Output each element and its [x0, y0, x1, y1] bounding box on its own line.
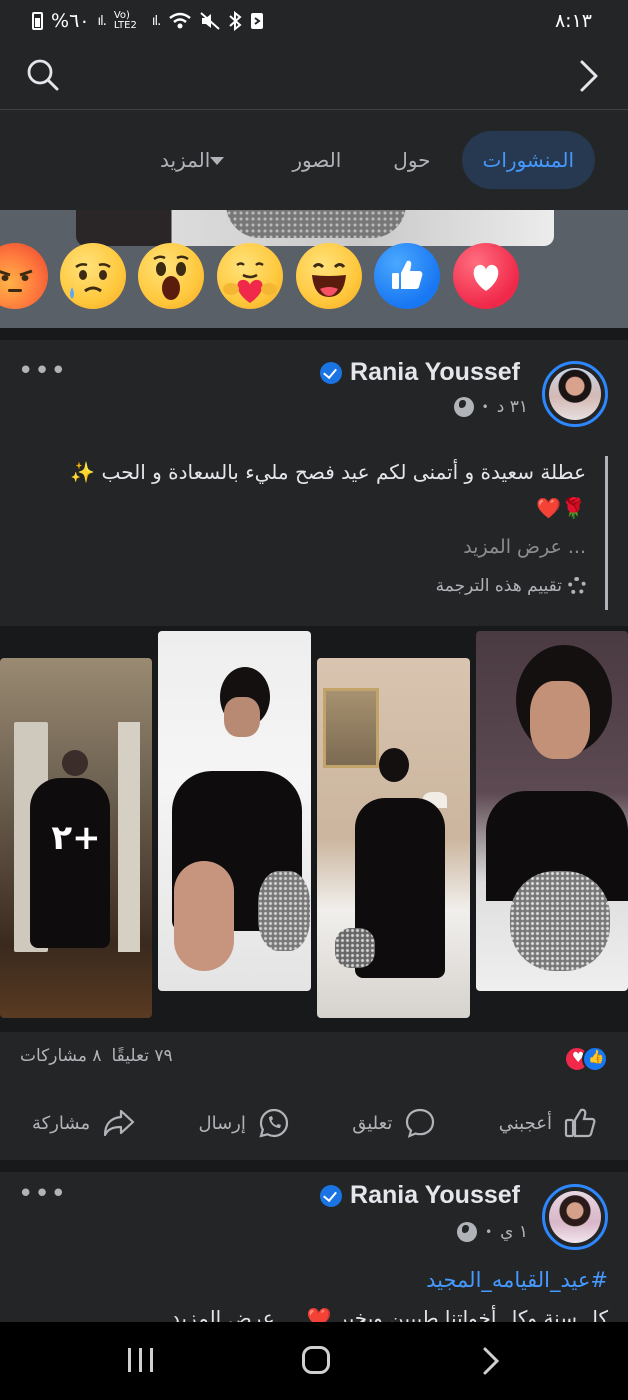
- post-photo-3[interactable]: [158, 631, 311, 991]
- thumbs-up-icon: [564, 1108, 596, 1138]
- like-label: أعجبني: [498, 1112, 552, 1134]
- post-text-line1: عطلة سعيدة و أتمنى لكم عيد فصح مليء بالس…: [70, 460, 586, 484]
- sad-icon[interactable]: [60, 243, 126, 309]
- love-icon[interactable]: [453, 243, 519, 309]
- comment-label: تعليق: [352, 1112, 393, 1134]
- send-button[interactable]: إرسال: [199, 1107, 290, 1139]
- recent-apps-icon[interactable]: [128, 1348, 153, 1372]
- globe-icon: [453, 397, 474, 417]
- battery-icon: [32, 12, 43, 30]
- share-button[interactable]: مشاركة: [32, 1108, 136, 1138]
- signal-icon: ıl.: [97, 13, 106, 29]
- like-icon: [582, 1046, 608, 1072]
- wow-icon[interactable]: [138, 243, 204, 309]
- bluetooth-icon: [229, 11, 242, 31]
- feed-separator: [0, 328, 628, 340]
- globe-icon: [457, 1222, 478, 1242]
- tab-photos[interactable]: الصور: [271, 131, 362, 189]
- comment-icon: [406, 1108, 435, 1138]
- previous-post-photo-detail: [226, 210, 406, 238]
- status-time: ٨:١٣: [554, 10, 592, 32]
- post-photo-2[interactable]: [317, 658, 470, 1018]
- author-name[interactable]: Rania Youssef: [350, 358, 520, 387]
- post-photo-gallery: ٢+: [0, 626, 628, 1032]
- shares-count[interactable]: ٨ مشاركات: [20, 1046, 101, 1066]
- angry-icon[interactable]: [0, 243, 48, 309]
- tab-photos-label: الصور: [292, 148, 342, 172]
- reaction-picker: [0, 210, 628, 328]
- caret-down-icon: [210, 157, 225, 165]
- whatsapp-icon: [259, 1108, 288, 1138]
- like-button[interactable]: أعجبني: [499, 1108, 596, 1138]
- author-name[interactable]: Rania Youssef: [350, 1181, 520, 1210]
- post-meta: ٣١ د •: [453, 397, 528, 417]
- tab-posts-label: المنشورات: [482, 148, 574, 172]
- search-icon[interactable]: [26, 58, 60, 92]
- network-label: Vo) LTE2: [113, 10, 137, 31]
- send-label: إرسال: [198, 1112, 246, 1134]
- verified-badge-icon: [320, 1184, 343, 1207]
- gear-icon: [568, 577, 586, 595]
- avatar-image: [549, 1191, 601, 1243]
- meta-dot: •: [481, 400, 489, 414]
- post-photo-4[interactable]: ٢+: [0, 658, 152, 1018]
- status-indicators: %٦٠ ıl. Vo) LTE2 ıl.: [32, 10, 264, 32]
- care-icon[interactable]: [217, 243, 283, 309]
- verified-badge-icon: [320, 361, 343, 384]
- more-options-icon[interactable]: •••: [18, 356, 67, 386]
- wifi-icon: [169, 12, 191, 29]
- post-author: Rania Youssef: [320, 1181, 520, 1210]
- tab-about-label: حول: [393, 148, 431, 172]
- avatar[interactable]: [542, 361, 608, 427]
- rate-translation-label: تقييم هذه الترجمة: [435, 576, 562, 596]
- post-author: Rania Youssef: [320, 358, 520, 387]
- avatar-image: [549, 368, 601, 420]
- feed-separator: [0, 1160, 628, 1172]
- post-meta: ١ ي •: [457, 1222, 528, 1242]
- more-photos-count: ٢+: [51, 818, 101, 858]
- profile-tabs: المنشورات حول الصور المزيد: [0, 110, 628, 210]
- mute-icon: [200, 12, 220, 30]
- chevron-right-icon[interactable]: [576, 58, 600, 94]
- post-time[interactable]: ١ ي: [500, 1222, 528, 1242]
- post-body: عطلة سعيدة و أتمنى لكم عيد فصح مليء بالس…: [36, 454, 586, 526]
- tab-about[interactable]: حول: [372, 131, 451, 189]
- post-time[interactable]: ٣١ د: [497, 397, 528, 417]
- see-more-link[interactable]: ... عرض المزيد: [463, 536, 586, 558]
- reactions-summary[interactable]: ٧٩ تعليقًا ٨ مشاركات: [0, 1034, 628, 1084]
- back-icon[interactable]: [482, 1346, 500, 1376]
- post-text-line2: 🌹❤️: [536, 496, 586, 520]
- status-bar: %٦٠ ıl. Vo) LTE2 ıl. ٨:١٣: [0, 0, 628, 44]
- signal-icon-2: ıl.: [151, 13, 161, 29]
- tab-more[interactable]: المزيد: [139, 131, 261, 189]
- haha-icon[interactable]: [296, 243, 362, 309]
- more-options-icon[interactable]: •••: [18, 1179, 67, 1209]
- top-bar: [0, 44, 628, 110]
- tab-posts[interactable]: المنشورات: [461, 131, 595, 189]
- post-actions: أعجبني تعليق إرسال مشاركة: [0, 1092, 628, 1154]
- comments-count[interactable]: ٧٩ تعليقًا: [111, 1046, 172, 1066]
- nfc-icon: [251, 13, 264, 29]
- rate-translation[interactable]: تقييم هذه الترجمة: [436, 576, 586, 596]
- avatar[interactable]: [542, 1184, 608, 1250]
- comment-button[interactable]: تعليق: [352, 1107, 436, 1139]
- home-icon[interactable]: [302, 1346, 330, 1374]
- post-hashtag[interactable]: #عيد_القيامه_المجيد: [426, 1268, 608, 1292]
- battery-percent: %٦٠: [51, 10, 90, 32]
- meta-dot: •: [485, 1225, 493, 1239]
- translation-quote-line: [605, 456, 608, 610]
- like-icon[interactable]: [374, 243, 440, 309]
- engagement-counts[interactable]: ٧٩ تعليقًا ٨ مشاركات: [20, 1046, 173, 1066]
- post-photo-1[interactable]: [476, 631, 628, 991]
- share-label: مشاركة: [32, 1112, 91, 1134]
- share-icon: [104, 1109, 135, 1137]
- system-nav-bar: [0, 1322, 628, 1400]
- tab-more-label: المزيد: [160, 148, 211, 172]
